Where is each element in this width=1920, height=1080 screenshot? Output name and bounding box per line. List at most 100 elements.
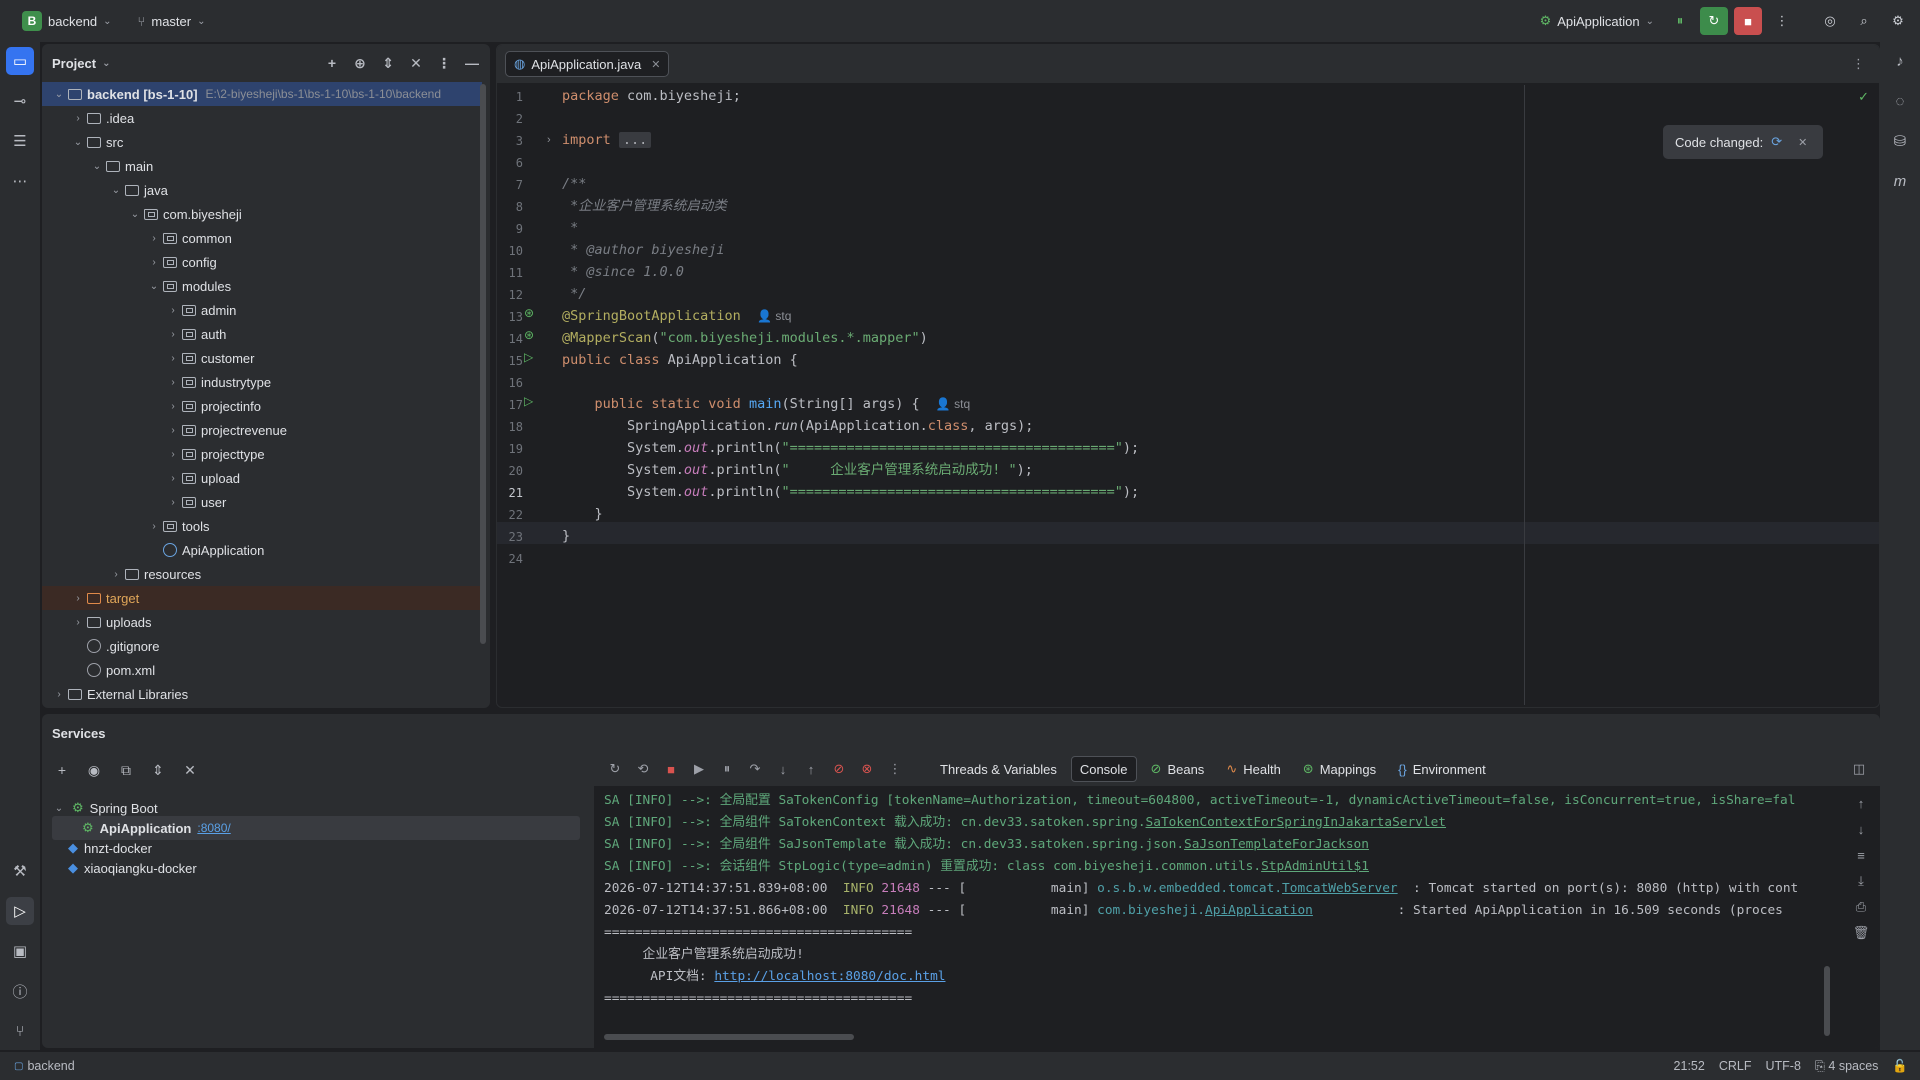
project-selector[interactable]: B backend ⌄ bbox=[16, 7, 118, 35]
step-into-icon[interactable]: ↓ bbox=[772, 758, 794, 780]
layout-icon[interactable]: ◫ bbox=[1848, 758, 1870, 780]
more-actions-icon[interactable]: ⋮ bbox=[1768, 7, 1796, 35]
expand-all-icon[interactable]: ⇕ bbox=[146, 758, 170, 782]
chevron-down-icon[interactable]: ⌄ bbox=[52, 803, 66, 814]
tree-item[interactable]: › projectrevenue bbox=[42, 418, 482, 442]
maven-icon[interactable]: m bbox=[1886, 167, 1914, 195]
close-icon[interactable]: ✕ bbox=[1798, 136, 1807, 149]
chevron-down-icon[interactable]: ⌄ bbox=[147, 281, 161, 292]
read-only-lock-icon[interactable]: 🔓 bbox=[1892, 1059, 1908, 1074]
mute-breakpoints-icon[interactable]: ⊗ bbox=[856, 758, 878, 780]
chevron-right-icon[interactable]: › bbox=[71, 113, 85, 124]
ai-chat-icon[interactable]: ◌ bbox=[1886, 87, 1914, 115]
collapse-all-icon[interactable]: ✕ bbox=[178, 758, 202, 782]
fold-expand-icon[interactable]: › bbox=[547, 134, 561, 148]
view-options-eye-icon[interactable]: ◉ bbox=[82, 758, 106, 782]
chevron-down-icon[interactable]: ⌄ bbox=[71, 137, 85, 148]
chevron-down-icon[interactable]: ⌄ bbox=[102, 58, 110, 69]
run-config-selector[interactable]: ⚙ ApiApplication ⌄ bbox=[1534, 7, 1660, 35]
tree-item[interactable]: › common bbox=[42, 226, 482, 250]
tree-item[interactable]: › config bbox=[42, 250, 482, 274]
add-icon[interactable]: + bbox=[320, 51, 344, 75]
rerun-button[interactable]: ↻ bbox=[1700, 7, 1728, 35]
console-class-link[interactable]: SaJsonTemplateForJackson bbox=[1184, 837, 1369, 852]
tab-apiapplication-java[interactable]: ◍ ApiApplication.java ✕ bbox=[505, 51, 670, 77]
chevron-down-icon[interactable]: ⌄ bbox=[128, 209, 142, 220]
tree-item[interactable]: ⌄ java bbox=[42, 178, 482, 202]
hide-panel-icon[interactable]: — bbox=[460, 51, 484, 75]
chevron-right-icon[interactable]: › bbox=[166, 473, 180, 484]
editor-options-icon[interactable]: ⋮ bbox=[1852, 56, 1865, 72]
tree-item[interactable]: › target bbox=[42, 586, 482, 610]
tree-item[interactable]: › uploads bbox=[42, 610, 482, 634]
console-vertical-scrollbar[interactable] bbox=[1824, 966, 1830, 1036]
tree-item[interactable]: › admin bbox=[42, 298, 482, 322]
branch-selector[interactable]: ⑂ master ⌄ bbox=[132, 7, 212, 35]
tree-item[interactable]: › upload bbox=[42, 466, 482, 490]
database-icon[interactable]: ⛁ bbox=[1886, 127, 1914, 155]
chevron-right-icon[interactable]: › bbox=[71, 593, 85, 604]
tab-beans[interactable]: ⊘ Beans bbox=[1143, 756, 1213, 782]
resume-icon[interactable]: ▶ bbox=[688, 758, 710, 780]
run-main-gutter-icon[interactable]: ▷ bbox=[524, 394, 538, 408]
chevron-down-icon[interactable]: ⌄ bbox=[90, 161, 104, 172]
services-tool-icon[interactable]: ▷ bbox=[6, 897, 34, 925]
tree-item[interactable]: › industrytype bbox=[42, 370, 482, 394]
rerun-icon[interactable]: ↻ bbox=[604, 758, 626, 780]
build-tool-icon[interactable]: ⚒ bbox=[6, 857, 34, 885]
mapper-scan-gutter-icon[interactable]: ⊛ bbox=[524, 328, 538, 342]
close-icon[interactable]: ✕ bbox=[651, 58, 660, 71]
caret-position[interactable]: 21:52 bbox=[1674, 1059, 1705, 1073]
stop-icon[interactable]: ■ bbox=[660, 758, 682, 780]
console-output[interactable]: SA [INFO] -->: 全局配置 SaTokenConfig [token… bbox=[594, 786, 1834, 1048]
collapse-all-icon[interactable]: ✕ bbox=[404, 51, 428, 75]
pause-icon[interactable]: ⏸ bbox=[716, 758, 738, 780]
locate-file-icon[interactable]: ⊕ bbox=[348, 51, 372, 75]
spring-bean-gutter-icon[interactable]: ⊛ bbox=[524, 306, 538, 320]
run-class-gutter-icon[interactable]: ▷ bbox=[524, 350, 538, 364]
ai-assistant-icon[interactable]: ◎ bbox=[1816, 7, 1844, 35]
tree-item[interactable]: › projectinfo bbox=[42, 394, 482, 418]
chevron-right-icon[interactable]: › bbox=[147, 257, 161, 268]
expand-all-icon[interactable]: ⇕ bbox=[376, 51, 400, 75]
tree-item[interactable]: ⌄ modules bbox=[42, 274, 482, 298]
tree-item[interactable]: .gitignore bbox=[42, 634, 482, 658]
commit-tool-icon[interactable]: ⊸ bbox=[6, 87, 34, 115]
chevron-right-icon[interactable]: › bbox=[166, 305, 180, 316]
chevron-down-icon[interactable]: ⌄ bbox=[109, 185, 123, 196]
terminal-tool-icon[interactable]: ▣ bbox=[6, 937, 34, 965]
tab-console[interactable]: Console bbox=[1070, 756, 1137, 782]
project-scrollbar[interactable] bbox=[480, 84, 486, 644]
pause-icon[interactable]: ⏸ bbox=[1666, 7, 1694, 35]
tree-item[interactable]: › projecttype bbox=[42, 442, 482, 466]
step-out-icon[interactable]: ↑ bbox=[800, 758, 822, 780]
tree-item[interactable]: › tools bbox=[42, 514, 482, 538]
tree-item[interactable]: › External Libraries bbox=[42, 682, 482, 706]
git-tool-icon[interactable]: ⑂ bbox=[6, 1017, 34, 1045]
view-breakpoints-icon[interactable]: ⊘ bbox=[828, 758, 850, 780]
options-icon[interactable]: ⋮ bbox=[432, 51, 456, 75]
tab-environment[interactable]: {} Environment bbox=[1390, 756, 1494, 782]
clear-all-trash-icon[interactable]: 🗑 bbox=[1850, 922, 1872, 944]
reload-icon[interactable]: ⟳ bbox=[1771, 134, 1782, 150]
chevron-right-icon[interactable]: › bbox=[166, 353, 180, 364]
problems-tool-icon[interactable]: ⓘ bbox=[6, 977, 34, 1005]
console-class-link[interactable]: StpAdminUtil$1 bbox=[1261, 859, 1369, 874]
port-link[interactable]: :8080/ bbox=[197, 821, 230, 835]
tree-item[interactable]: › customer bbox=[42, 346, 482, 370]
chevron-right-icon[interactable]: › bbox=[166, 449, 180, 460]
tree-item[interactable]: › .idea bbox=[42, 106, 482, 130]
code-area[interactable]: package com.biyesheji; import ... /** *企… bbox=[562, 85, 1872, 705]
chevron-right-icon[interactable]: › bbox=[166, 425, 180, 436]
stop-button[interactable]: ■ bbox=[1734, 7, 1762, 35]
tree-item[interactable]: ⌄ src bbox=[42, 130, 482, 154]
scroll-up-icon[interactable]: ↑ bbox=[1850, 792, 1872, 814]
tab-mappings[interactable]: ⊛ Mappings bbox=[1295, 756, 1384, 782]
add-service-icon[interactable]: + bbox=[50, 758, 74, 782]
scroll-to-end-icon[interactable]: ⤓ bbox=[1850, 870, 1872, 892]
chevron-right-icon[interactable]: › bbox=[109, 569, 123, 580]
chevron-down-icon[interactable]: ⌄ bbox=[52, 89, 66, 100]
structure-tool-icon[interactable]: ☰ bbox=[6, 127, 34, 155]
tree-item[interactable]: ⌄ backend [bs-1-10] E:\2-biyesheji\bs-1\bs… bbox=[42, 82, 482, 106]
tab-threads-variables[interactable]: Threads & Variables bbox=[932, 756, 1065, 782]
